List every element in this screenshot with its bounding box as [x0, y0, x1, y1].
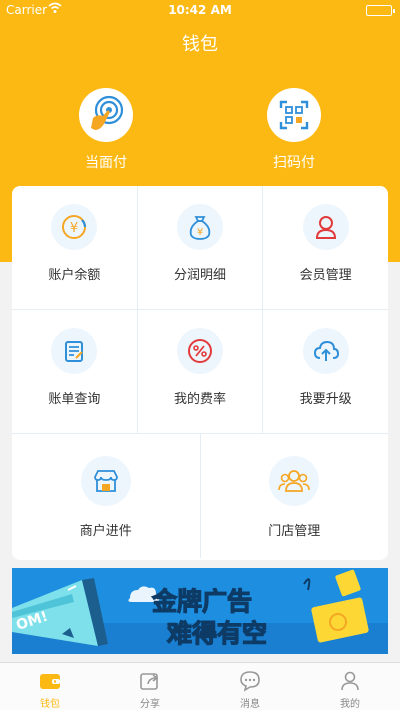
scan-pay-label: 扫码付: [273, 155, 315, 171]
store-management-label: 门店管理: [268, 524, 321, 539]
banner-line2: 难得有空: [167, 619, 267, 648]
yuan-coin-icon: ¥: [51, 204, 98, 250]
svg-text:¥: ¥: [197, 227, 203, 238]
upgrade-button[interactable]: 我要升级: [263, 310, 388, 433]
hand-tap-icon: [79, 88, 133, 142]
profit-detail-label: 分润明细: [174, 268, 227, 283]
rate-icon: [177, 328, 223, 374]
account-balance-button[interactable]: ¥ 账户余额: [12, 186, 138, 309]
account-balance-label: 账户余额: [48, 268, 101, 283]
my-rate-label: 我的费率: [174, 392, 227, 407]
tab-messages-label: 消息: [240, 699, 260, 710]
tab-messages[interactable]: 消息: [200, 663, 300, 710]
profile-icon: [300, 669, 400, 693]
profit-detail-button[interactable]: ¥ 分润明细: [138, 186, 264, 309]
merchant-onboarding-label: 商户进件: [79, 524, 132, 539]
my-rate-button[interactable]: 我的费率: [138, 310, 264, 433]
group-icon: [269, 456, 320, 506]
tab-share-label: 分享: [140, 699, 160, 710]
tab-wallet[interactable]: 钱包: [0, 663, 100, 710]
tab-bar: 钱包 分享 消息 我的: [0, 662, 400, 710]
function-grid-panel: ¥ 账户余额 ¥ 分润明细 会员管理 账单查询 我的费率 我要升级 商户进件 门…: [12, 186, 388, 560]
tab-share[interactable]: 分享: [100, 663, 200, 710]
scan-pay-button[interactable]: 扫码付: [254, 88, 334, 172]
face-pay-label: 当面付: [85, 155, 127, 171]
cloud-upload-icon: [302, 328, 349, 374]
user-icon: [302, 204, 349, 250]
message-icon: [200, 669, 300, 693]
banner-line1: 金牌广告: [151, 587, 252, 616]
advertisement-banner[interactable]: OM! 金牌广告 难得有空: [12, 568, 388, 654]
share-icon: [100, 669, 200, 693]
bill-icon: [51, 328, 98, 374]
wallet-icon: [0, 669, 100, 693]
merchant-onboarding-button[interactable]: 商户进件: [12, 434, 201, 558]
qr-scan-icon: [267, 88, 321, 142]
bill-query-button[interactable]: 账单查询: [12, 310, 138, 433]
tab-wallet-label: 钱包: [40, 699, 60, 710]
member-management-label: 会员管理: [299, 268, 352, 283]
page-title: 钱包: [182, 34, 218, 55]
upgrade-label: 我要升级: [299, 392, 352, 407]
tab-profile[interactable]: 我的: [300, 663, 400, 710]
store-management-button[interactable]: 门店管理: [201, 434, 389, 558]
money-bag-icon: ¥: [177, 204, 223, 250]
tab-profile-label: 我的: [340, 699, 360, 710]
store-icon: [80, 456, 131, 506]
svg-text:¥: ¥: [70, 221, 78, 236]
face-pay-button[interactable]: 当面付: [66, 88, 146, 172]
status-time: 10:42 AM: [168, 3, 232, 17]
bill-query-label: 账单查询: [48, 392, 101, 407]
status-bar: Carrier 10:42 AM: [0, 0, 400, 20]
battery-icon: [366, 5, 395, 16]
member-management-button[interactable]: 会员管理: [263, 186, 388, 309]
